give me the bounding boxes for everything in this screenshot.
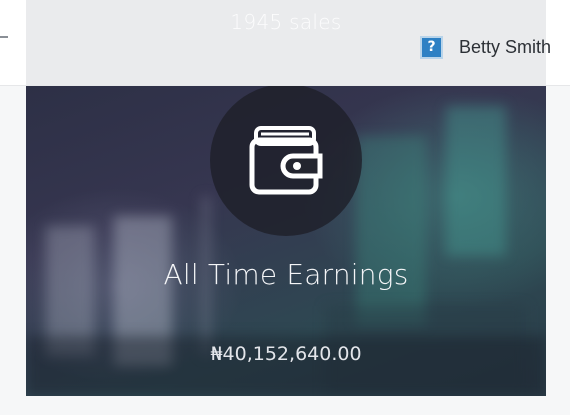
wallet-icon-circle: [210, 86, 362, 236]
background-blur: [356, 136, 426, 326]
earnings-title: All Time Earnings: [163, 258, 409, 291]
menu-toggle-icon[interactable]: [0, 36, 8, 38]
user-name[interactable]: Betty Smith: [459, 37, 551, 58]
sales-count: 1945 sales: [230, 10, 342, 34]
earnings-amount: ₦40,152,640.00: [210, 343, 362, 365]
wallet-icon: [247, 122, 325, 198]
help-icon[interactable]: ?: [420, 35, 443, 59]
page-footer-space: [0, 396, 570, 415]
user-menu[interactable]: ? Betty Smith: [420, 34, 551, 60]
background-blur: [446, 106, 506, 256]
all-time-earnings-card: All Time Earnings ₦40,152,640.00: [26, 86, 546, 396]
